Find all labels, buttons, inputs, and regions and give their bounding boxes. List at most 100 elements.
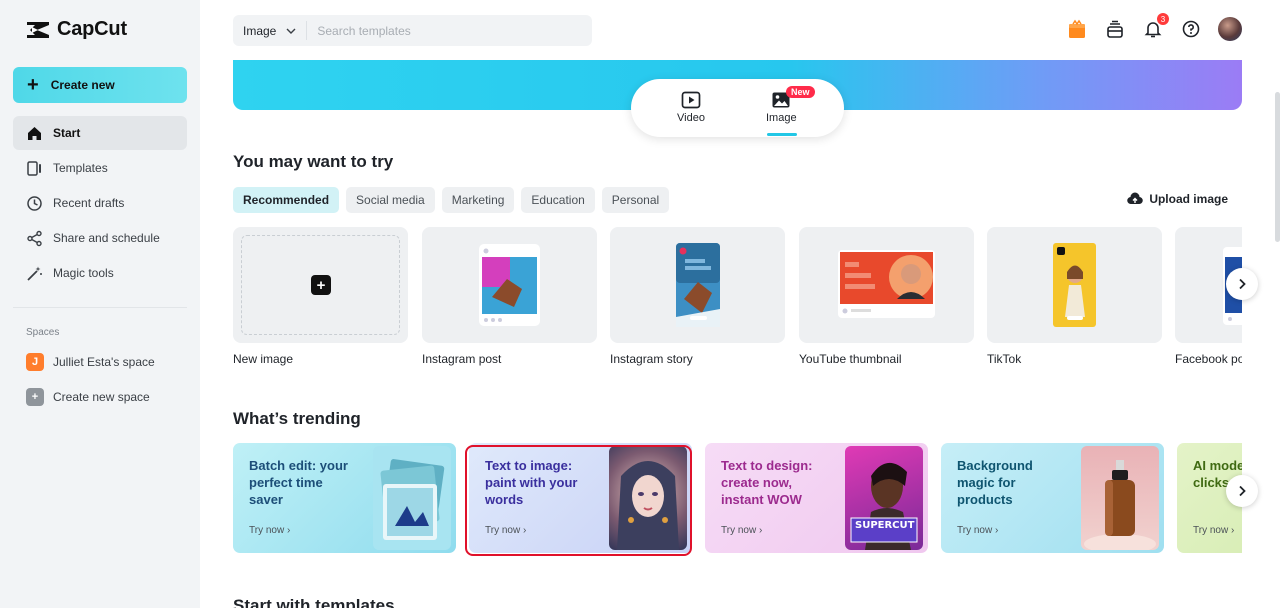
search-type-dropdown[interactable]: Image (233, 21, 308, 40)
plus-icon: + (26, 388, 44, 406)
create-new-label: Create new (50, 78, 115, 92)
plus-icon: + (27, 74, 39, 96)
user-avatar[interactable] (1218, 17, 1242, 41)
chip-recommended[interactable]: Recommended (233, 187, 340, 213)
chevron-right-icon: › (994, 525, 999, 536)
notification-count-badge: 3 (1157, 13, 1169, 25)
active-tab-indicator (767, 133, 797, 136)
gift-icon (1069, 19, 1085, 38)
trend-card-batch-edit[interactable]: Batch edit: your perfect time saver Try … (233, 443, 456, 553)
try-now-link[interactable]: Try now › (957, 525, 998, 536)
magic-wand-icon (27, 266, 42, 281)
try-now-label: Try now (249, 525, 285, 536)
sidebar-item-start[interactable]: Start (13, 116, 187, 150)
carousel-next-button[interactable] (1226, 268, 1258, 300)
template-thumbnail (987, 227, 1162, 343)
sidebar-item-label: Recent drafts (53, 196, 125, 210)
space-item-julliet[interactable]: J Julliet Esta's space (26, 353, 155, 371)
youtube-thumbnail-illustration (838, 250, 935, 318)
sidebar-item-templates[interactable]: Templates (13, 151, 187, 185)
search-input[interactable] (307, 23, 568, 38)
sidebar-item-label: Share and schedule (53, 231, 160, 245)
trend-card-text-to-design[interactable]: Text to design: create now, instant WOW … (705, 443, 928, 553)
help-icon (1182, 20, 1200, 38)
create-new-space-button[interactable]: + Create new space (26, 388, 150, 406)
app-name: CapCut (57, 18, 127, 40)
ai-portrait-illustration (617, 461, 679, 550)
try-now-label: Try now (1193, 525, 1229, 536)
sidebar-divider (13, 307, 187, 308)
template-thumbnail (422, 227, 597, 343)
sidebar-item-recent-drafts[interactable]: Recent drafts (13, 186, 187, 220)
trend-card-title: Text to design: create now, instant WOW (721, 458, 813, 507)
chip-social-media[interactable]: Social media (346, 187, 435, 213)
chip-personal[interactable]: Personal (601, 187, 670, 213)
plus-icon: + (311, 275, 331, 295)
tab-video[interactable]: Video (677, 91, 705, 124)
category-chips: Recommended Social media Marketing Educa… (233, 187, 670, 213)
instagram-post-illustration (479, 244, 540, 326)
tab-image-label: Image (766, 112, 797, 124)
template-new-image[interactable]: + New image (233, 227, 408, 366)
trend-card-image (609, 446, 687, 550)
gift-button[interactable] (1066, 18, 1088, 40)
trend-card-image (373, 446, 451, 550)
section-title-try: You may want to try (233, 152, 394, 171)
template-youtube-thumbnail[interactable]: YouTube thumbnail (799, 227, 974, 366)
share-icon (27, 230, 42, 246)
search-type-label: Image (243, 23, 277, 38)
try-now-label: Try now (721, 525, 757, 536)
template-label: New image (233, 352, 294, 366)
try-now-label: Try now (957, 525, 993, 536)
try-now-link[interactable]: Try now › (249, 525, 290, 536)
capcut-logo[interactable]: CapCut (25, 18, 127, 41)
trending-next-button[interactable] (1226, 475, 1258, 507)
new-badge: New (786, 86, 815, 98)
search-bar: Image (233, 15, 592, 46)
template-instagram-post[interactable]: Instagram post (422, 227, 597, 366)
trend-card-title: Text to image: paint with your words (485, 458, 578, 507)
sidebar-item-share-schedule[interactable]: Share and schedule (13, 221, 187, 255)
chip-marketing[interactable]: Marketing (441, 187, 515, 213)
template-label: Instagram story (610, 352, 693, 366)
try-now-link[interactable]: Try now › (721, 525, 762, 536)
chevron-right-icon: › (286, 525, 291, 536)
upload-image-button[interactable]: Upload image (1127, 192, 1228, 206)
sidebar-nav: Start Templates Recent drafts Share and … (13, 116, 187, 291)
spaces-heading: Spaces (26, 327, 60, 338)
notifications-button[interactable]: 3 (1142, 13, 1169, 40)
trend-card-title: Batch edit: your perfect time saver (249, 458, 348, 507)
trend-card-background-magic[interactable]: Background magic for products Try now › (941, 443, 1164, 553)
capcut-logo-icon (27, 21, 49, 38)
stacked-photos-illustration (380, 459, 445, 540)
template-instagram-story[interactable]: Instagram story (610, 227, 785, 366)
tiktok-illustration (1053, 243, 1096, 327)
space-label: Create new space (53, 390, 150, 404)
template-tiktok[interactable]: TikTok (987, 227, 1162, 366)
template-thumbnail (610, 227, 785, 343)
create-new-button[interactable]: + Create new (13, 67, 187, 103)
header-actions: 3 (1066, 13, 1242, 41)
trend-card-image: SUPERCUT (845, 446, 923, 550)
sidebar-item-magic-tools[interactable]: Magic tools (13, 256, 187, 290)
space-avatar: J (26, 353, 44, 371)
layers-icon (1107, 20, 1123, 38)
upload-image-label: Upload image (1149, 192, 1228, 206)
chip-education[interactable]: Education (521, 187, 595, 213)
try-now-label: Try now (485, 525, 521, 536)
trend-card-image (1081, 446, 1159, 550)
help-button[interactable] (1180, 18, 1202, 40)
media-type-switcher: Video Image New (631, 79, 844, 137)
supercut-text: SUPERCUT (855, 520, 915, 531)
cloud-upload-icon (1127, 192, 1144, 205)
clock-icon (27, 195, 42, 211)
sidebar-item-label: Start (53, 126, 81, 140)
space-label: Julliet Esta's space (53, 355, 155, 369)
trend-card-text-to-image[interactable]: Text to image: paint with your words Try… (469, 443, 692, 553)
home-icon (28, 126, 41, 140)
try-now-link[interactable]: Try now › (485, 525, 526, 536)
try-now-link[interactable]: Try now › (1193, 525, 1234, 536)
page-scrollbar[interactable] (1275, 92, 1280, 242)
layers-button[interactable] (1104, 18, 1126, 40)
sidebar-item-label: Magic tools (53, 266, 114, 280)
